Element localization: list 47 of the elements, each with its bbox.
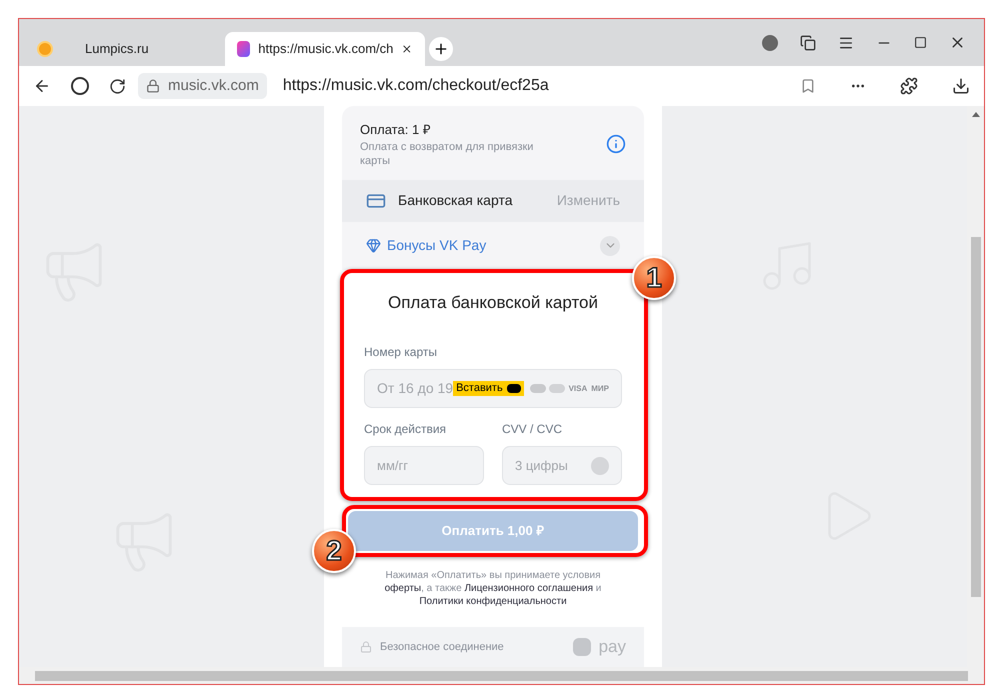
callout-badge: 1 bbox=[632, 256, 676, 300]
download-icon[interactable] bbox=[952, 77, 970, 95]
amount-title: Оплата: 1 ₽ bbox=[360, 121, 432, 139]
reload-icon[interactable] bbox=[109, 78, 126, 94]
new-tab-button[interactable] bbox=[429, 37, 453, 61]
menu-icon[interactable] bbox=[838, 34, 854, 50]
field-label: Срок действия bbox=[364, 421, 448, 438]
amount-subtitle: Оплата с возвратом для привязки карты bbox=[360, 140, 534, 168]
bonus-link[interactable]: Бонусы VK Pay bbox=[387, 235, 486, 256]
maximize-icon[interactable] bbox=[914, 36, 927, 49]
secure-label: Безопасное соединение bbox=[380, 640, 504, 655]
terms-link[interactable]: оферты bbox=[384, 583, 422, 594]
scrollbar-thumb[interactable] bbox=[35, 670, 968, 680]
browser-tab[interactable]: Lumpics.ru bbox=[25, 32, 225, 66]
method-label: Банковская карта bbox=[398, 191, 512, 210]
card-brand-icon bbox=[548, 384, 565, 393]
card-number-field[interactable]: От 16 до 19 Вставить VISA МИР bbox=[364, 369, 622, 408]
domain-chip[interactable]: music.vk.com bbox=[138, 73, 267, 99]
extensions-icon[interactable] bbox=[900, 77, 918, 95]
plus-icon bbox=[433, 41, 449, 57]
callout-badge: 2 bbox=[312, 529, 356, 573]
music-app-icon bbox=[237, 41, 250, 57]
terms-text: Нажимая «Оплатить» вы принимаете условия оферты, а также Лицензионного соглашения и Политики конфиденциальности bbox=[384, 569, 602, 608]
pay-brand-label: pay bbox=[598, 636, 626, 658]
bookmark-icon[interactable] bbox=[800, 78, 816, 94]
paste-button[interactable]: Вставить bbox=[453, 381, 524, 396]
expiry-field[interactable]: мм/гг bbox=[364, 446, 484, 485]
card-brand-label: VISA bbox=[568, 382, 588, 394]
card-brand-label: МИР bbox=[591, 382, 609, 394]
scroll-up-icon[interactable] bbox=[972, 112, 980, 117]
card-brand-icon bbox=[530, 384, 546, 393]
browser-tab[interactable]: https://music.vk.com/ch bbox=[225, 32, 425, 66]
lock-icon bbox=[146, 79, 160, 93]
collections-icon[interactable] bbox=[800, 34, 816, 50]
scrollbar-thumb[interactable] bbox=[970, 237, 980, 597]
site-logo-icon bbox=[37, 41, 53, 57]
back-icon[interactable] bbox=[33, 77, 51, 95]
avatar-icon[interactable] bbox=[762, 34, 778, 50]
form-heading: Оплата банковской картой bbox=[386, 292, 599, 314]
lock-icon bbox=[360, 641, 372, 653]
terms-link[interactable]: Лицензионного соглашения bbox=[464, 583, 593, 594]
field-label: Номер карты bbox=[364, 344, 438, 361]
terms-link[interactable]: Политики конфиденциальности bbox=[419, 596, 567, 607]
field-label: CVV / CVC bbox=[502, 421, 564, 438]
diamond-icon bbox=[366, 238, 381, 253]
url-text[interactable]: https://music.vk.com/checkout/ecf25a bbox=[282, 74, 549, 98]
card-icon bbox=[506, 384, 521, 393]
